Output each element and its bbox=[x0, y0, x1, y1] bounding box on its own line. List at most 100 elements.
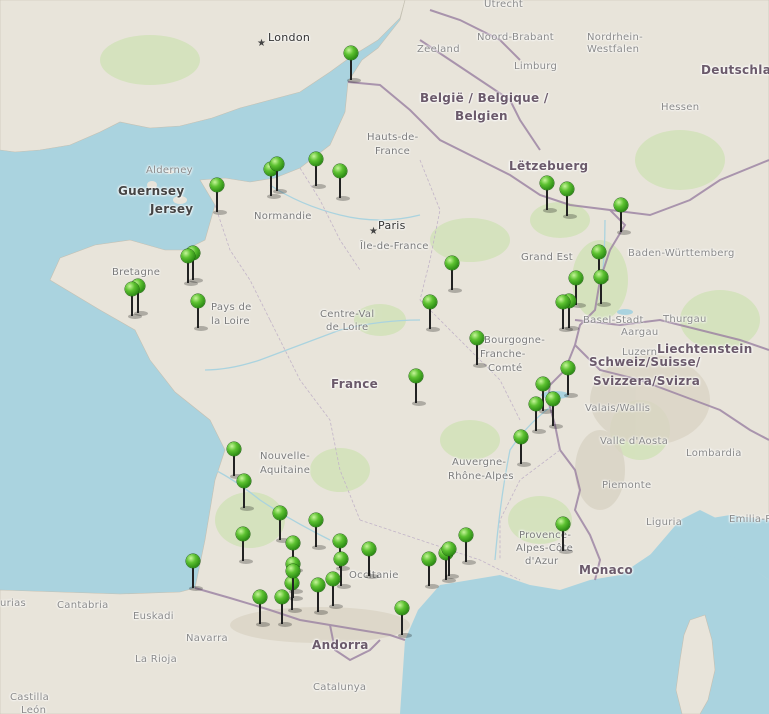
label-na-2: Aquitaine bbox=[260, 465, 311, 476]
marker-stem bbox=[242, 540, 244, 561]
map-marker-pin[interactable] bbox=[529, 397, 546, 434]
label-normandie: Normandie bbox=[254, 211, 312, 222]
map-marker-pin[interactable] bbox=[362, 542, 379, 579]
map-marker-pin[interactable] bbox=[546, 392, 563, 429]
map-marker-pin[interactable] bbox=[125, 282, 142, 319]
map-marker-pin[interactable] bbox=[442, 542, 459, 579]
label-piemonte: Piemonte bbox=[602, 480, 652, 491]
map-marker-pin[interactable] bbox=[470, 331, 487, 368]
label-belgie-2: Belgien bbox=[455, 109, 508, 123]
map-marker-pin[interactable] bbox=[422, 552, 439, 589]
map-marker-pin[interactable] bbox=[181, 249, 198, 286]
label-france: France bbox=[331, 377, 379, 391]
map-marker-pin[interactable] bbox=[423, 295, 440, 332]
marker-stem bbox=[428, 565, 430, 586]
label-leon: León bbox=[21, 705, 47, 714]
marker-head-icon bbox=[186, 554, 200, 568]
label-basel: Basel-Stadt bbox=[583, 315, 644, 326]
marker-stem bbox=[192, 567, 194, 588]
marker-stem bbox=[315, 165, 317, 186]
marker-stem bbox=[567, 374, 569, 395]
map-marker-pin[interactable] bbox=[210, 178, 227, 215]
marker-head-icon bbox=[253, 590, 267, 604]
map-marker-pin[interactable] bbox=[614, 198, 631, 235]
map-marker-pin[interactable] bbox=[311, 578, 328, 615]
map-marker-pin[interactable] bbox=[514, 430, 531, 467]
map-marker-pin[interactable] bbox=[445, 256, 462, 293]
marker-stem bbox=[233, 455, 235, 476]
map-view[interactable]: Utrecht ★ London Zeeland Noord-Brabant N… bbox=[0, 0, 769, 714]
map-marker-pin[interactable] bbox=[556, 517, 573, 554]
map-marker-pin[interactable] bbox=[253, 590, 270, 627]
marker-stem bbox=[535, 410, 537, 431]
label-catalunya: Catalunya bbox=[313, 682, 367, 693]
label-la-rioja: La Rioja bbox=[135, 654, 178, 665]
marker-head-icon bbox=[569, 271, 583, 285]
map-marker-pin[interactable] bbox=[395, 601, 412, 638]
map-marker-pin[interactable] bbox=[227, 442, 244, 479]
map-marker-pin[interactable] bbox=[186, 554, 203, 591]
label-noord-brabant: Noord-Brabant bbox=[477, 32, 554, 43]
label-emilia: Emilia-Ro bbox=[729, 514, 769, 525]
label-nordrhein: Nordrhein- bbox=[587, 32, 644, 43]
marker-stem bbox=[279, 519, 281, 540]
marker-stem bbox=[562, 530, 564, 551]
marker-head-icon bbox=[546, 392, 560, 406]
label-lombardia: Lombardia bbox=[686, 448, 742, 459]
marker-head-icon bbox=[362, 542, 376, 556]
paris-capital-icon: ★ bbox=[369, 226, 378, 237]
label-ara-1: Auvergne- bbox=[452, 457, 507, 468]
map-marker-pin[interactable] bbox=[273, 506, 290, 543]
label-pdl-2: la Loire bbox=[211, 316, 250, 327]
map-marker-pin[interactable] bbox=[326, 572, 343, 609]
map-marker-pin[interactable] bbox=[459, 528, 476, 565]
label-cvl-2: de Loire bbox=[326, 322, 369, 333]
marker-head-icon bbox=[311, 578, 325, 592]
marker-head-icon bbox=[333, 164, 347, 178]
marker-head-icon bbox=[423, 295, 437, 309]
label-liechtenstein: Liechtenstein bbox=[657, 342, 753, 356]
label-hessen: Hessen bbox=[661, 102, 700, 113]
map-marker-pin[interactable] bbox=[409, 369, 426, 406]
map-marker-pin[interactable] bbox=[191, 294, 208, 331]
marker-stem bbox=[350, 59, 352, 80]
map-marker-pin[interactable] bbox=[309, 513, 326, 550]
map-marker-pin[interactable] bbox=[237, 474, 254, 511]
map-marker-pin[interactable] bbox=[286, 564, 303, 601]
map-marker-pin[interactable] bbox=[540, 176, 557, 213]
map-marker-pin[interactable] bbox=[333, 164, 350, 201]
marker-head-icon bbox=[536, 377, 550, 391]
label-utrecht: Utrecht bbox=[484, 0, 524, 10]
marker-stem bbox=[259, 603, 261, 624]
label-asturias: urias bbox=[0, 598, 27, 609]
label-monaco: Monaco bbox=[579, 563, 633, 577]
label-baden: Baden-Württemberg bbox=[628, 248, 735, 259]
label-valais: Valais/Wallis bbox=[585, 403, 651, 414]
label-bfc-2: Franche- bbox=[480, 349, 526, 360]
marker-head-icon bbox=[181, 249, 195, 263]
map-marker-pin[interactable] bbox=[561, 361, 578, 398]
marker-stem bbox=[131, 295, 133, 316]
map-marker-pin[interactable] bbox=[594, 270, 611, 307]
label-ara-2: Rhône-Alpes bbox=[448, 471, 514, 482]
marker-head-icon bbox=[191, 294, 205, 308]
map-marker-pin[interactable] bbox=[556, 295, 573, 332]
label-euskadi: Euskadi bbox=[133, 611, 174, 622]
label-bretagne: Bretagne bbox=[112, 267, 161, 278]
marker-stem bbox=[197, 307, 199, 328]
marker-head-icon bbox=[470, 331, 484, 345]
label-aargau: Aargau bbox=[621, 327, 659, 338]
map-marker-pin[interactable] bbox=[236, 527, 253, 564]
marker-head-icon bbox=[592, 245, 606, 259]
marker-head-icon bbox=[556, 295, 570, 309]
label-cantabria: Cantabria bbox=[57, 600, 109, 611]
map-marker-pin[interactable] bbox=[344, 46, 361, 83]
map-marker-pin[interactable] bbox=[270, 157, 287, 194]
map-marker-pin[interactable] bbox=[560, 182, 577, 219]
marker-head-icon bbox=[210, 178, 224, 192]
label-paca-3: d'Azur bbox=[525, 556, 559, 567]
marker-head-icon bbox=[270, 157, 284, 171]
map-marker-pin[interactable] bbox=[309, 152, 326, 189]
marker-head-icon bbox=[445, 256, 459, 270]
marker-head-icon bbox=[422, 552, 436, 566]
